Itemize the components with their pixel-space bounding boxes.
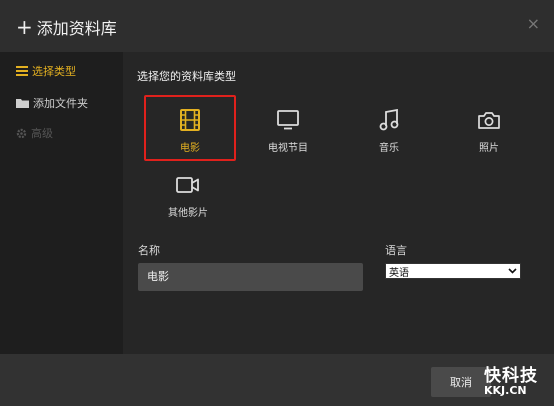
watermark-logo-subtext: KKJ.CN [484,384,527,397]
watermark-logo-text: 快科技 [484,366,538,386]
type-label: 电视节目 [268,143,308,154]
dialog-title: + 添加资料库 [16,15,117,39]
type-label: 音乐 [379,143,399,154]
camera-icon [478,107,500,133]
language-select[interactable]: 英语 [385,263,521,279]
sidebar-item-label: 选择类型 [32,65,76,78]
plus-icon: + [16,15,33,39]
sidebar-item-select-type[interactable]: 选择类型 [16,63,76,79]
dialog-title-text: 添加资料库 [36,19,117,38]
type-label: 其他影片 [168,208,208,219]
music-icon [379,107,399,133]
sidebar-item-label: 添加文件夹 [33,97,88,110]
tv-icon [277,107,299,133]
type-tile-movie[interactable]: 电影 [144,95,236,161]
sidebar-item-advanced: 高级 [16,125,53,141]
video-camera-icon [176,172,200,198]
language-label: 语言 [385,244,407,257]
sidebar-item-label: 高级 [31,127,53,140]
type-tile-tv-shows[interactable]: 电视节目 [242,97,334,163]
section-title: 选择您的资料库类型 [137,70,236,83]
language-select-value: 英语 [389,267,409,279]
main-panel: 选择您的资料库类型 电影 电视节目 音乐 照片 其他影片 名称 电影 语言 英语 [123,52,554,354]
film-icon [180,107,200,133]
type-tile-other-videos[interactable]: 其他影片 [142,162,234,228]
dialog-header: + 添加资料库 × [0,0,554,52]
list-icon [16,66,28,76]
gear-icon [16,128,27,138]
sidebar-item-add-folder[interactable]: 添加文件夹 [16,95,88,111]
name-input[interactable]: 电影 [138,263,363,291]
sidebar: 选择类型 添加文件夹 高级 [0,52,123,354]
folder-icon [16,99,29,108]
add-library-dialog: + 添加资料库 × 选择类型 添加文件夹 高级 选择您的资料库类型 电影 电视节… [0,0,554,406]
type-tile-photos[interactable]: 照片 [443,97,535,163]
close-button[interactable]: × [527,14,540,33]
type-tile-music[interactable]: 音乐 [343,97,435,163]
cancel-button[interactable]: 取消 [431,367,491,397]
type-label: 电影 [180,143,200,154]
type-label: 照片 [479,143,499,154]
name-label: 名称 [138,244,160,257]
chevron-down-icon [508,268,517,274]
dialog-footer: 取消 快科技 KKJ.CN [0,354,554,406]
